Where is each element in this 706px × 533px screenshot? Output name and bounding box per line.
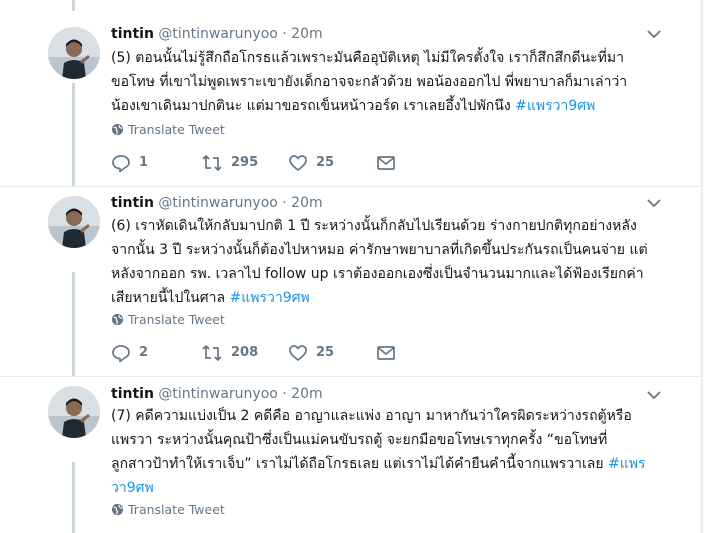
message-icon [377,345,395,360]
retweet-button[interactable]: 295 [201,152,258,174]
user-handle[interactable]: @tintinwarunyoo [158,26,277,42]
direct-message-button[interactable] [376,342,396,364]
retweet-icon [202,345,222,361]
translate-tweet-link[interactable]: Translate Tweet [111,311,225,329]
tweet-text-line: (7) คดีความแบ่งเป็น 2 คดีคือ อาญาและแพ่ง… [111,408,632,424]
display-name[interactable]: tintin [111,195,154,211]
tweet-actions: 2 208 25 [111,342,411,364]
translate-tweet-link[interactable]: Translate Tweet [111,121,225,139]
user-handle[interactable]: @tintinwarunyoo [158,195,277,211]
tweet-text-line: วา9ศพ [111,476,671,500]
avatar[interactable] [48,196,100,248]
reply-count: 2 [139,345,149,360]
avatar[interactable] [48,386,100,438]
tweet-text-line: หลังจากออก รพ. เวลาไป follow up เราต้องอ… [111,266,644,282]
tweet-7: tintin @tintinwarunyoo · 20m (7) คดีความ… [0,377,700,533]
like-icon [289,155,307,171]
translate-tweet-label: Translate Tweet [128,502,225,517]
tweet-actions: 1 295 25 [111,152,411,174]
like-button[interactable]: 25 [288,342,334,364]
tweet-5: tintin @tintinwarunyoo · 20m (5) ตอนนั้น… [0,0,700,186]
retweet-button[interactable]: 208 [201,342,258,364]
hashtag-link[interactable]: #แพร [608,456,646,472]
translate-tweet-link[interactable]: Translate Tweet [111,501,225,519]
translate-tweet-label: Translate Tweet [128,312,225,327]
hashtag-link[interactable]: #แพรวา9ศพ [230,290,310,306]
timeline-right-border [701,0,703,533]
reply-icon [112,155,130,173]
reply-button[interactable]: 1 [111,152,148,174]
tweet-text-line: น้องเขาเดินมาปกตินะ แต่มาขอรถเข็นหน้าวอร… [111,98,596,114]
retweet-icon [202,155,222,171]
retweet-count: 295 [231,155,259,170]
display-name[interactable]: tintin [111,26,154,42]
avatar-photo [48,196,100,248]
tweet-text-line: ขอโทษ ที่เขาไม่พูดเพราะเขายังเด็กอาจจะกล… [111,74,628,90]
retweet-count: 208 [231,345,259,360]
globe-icon [111,503,124,516]
like-count: 25 [316,155,335,170]
caret-down-icon[interactable] [646,387,662,403]
display-name[interactable]: tintin [111,386,154,402]
avatar-photo [48,386,100,438]
tweet-text-line: แพรวา ระหว่างนั้นคุณป้าซึ่งเป็นแม่คนขับร… [111,432,608,448]
hashtag-link[interactable]: #แพรวา9ศพ [515,98,595,114]
tweet-header: tintin @tintinwarunyoo · 20m [111,384,323,404]
tweet-text-line: จากนั้น 3 ปี ระหว่างนั้นก็ต้องไปหาหมอ ค่… [111,242,648,258]
timestamp[interactable]: · 20m [282,386,322,402]
reply-count: 1 [139,155,149,170]
tweet-text-line: (5) ตอนนั้นไม่รู้สึกถือโกรธแล้วเพราะมันค… [111,50,624,66]
tweet-text: (7) คดีความแบ่งเป็น 2 คดีคือ อาญาและแพ่ง… [111,404,671,500]
avatar[interactable] [48,27,100,79]
avatar-photo [48,27,100,79]
tweet-6: tintin @tintinwarunyoo · 20m (6) เราหัดเ… [0,187,700,376]
tweet-text: (6) เราหัดเดินให้กลับมาปกติ 1 ปี ระหว่าง… [111,214,671,310]
reply-button[interactable]: 2 [111,342,148,364]
tweet-text-line: เสียหายนี้ไปในศาล #แพรวา9ศพ [111,290,310,306]
tweet-header: tintin @tintinwarunyoo · 20m [111,193,323,213]
like-count: 25 [316,345,335,360]
reply-icon [112,345,130,363]
translate-tweet-label: Translate Tweet [128,122,225,137]
like-button[interactable]: 25 [288,152,334,174]
hashtag-link-continued[interactable]: วา9ศพ [111,480,154,496]
like-icon [289,345,307,361]
message-icon [377,155,395,170]
user-handle[interactable]: @tintinwarunyoo [158,386,277,402]
timestamp[interactable]: · 20m [282,195,322,211]
tweet-text-line: ลูกสาวป้าทำให้เราเจ็บ” เราไม่ได้ถือโกรธเ… [111,456,646,472]
globe-icon [111,313,124,326]
tweet-header: tintin @tintinwarunyoo · 20m [111,24,323,44]
tweet-text-line: (6) เราหัดเดินให้กลับมาปกติ 1 ปี ระหว่าง… [111,218,637,234]
globe-icon [111,123,124,136]
timestamp[interactable]: · 20m [282,26,322,42]
direct-message-button[interactable] [376,152,396,174]
caret-down-icon[interactable] [646,195,662,211]
tweet-text: (5) ตอนนั้นไม่รู้สึกถือโกรธแล้วเพราะมันค… [111,46,671,118]
caret-down-icon[interactable] [646,26,662,42]
